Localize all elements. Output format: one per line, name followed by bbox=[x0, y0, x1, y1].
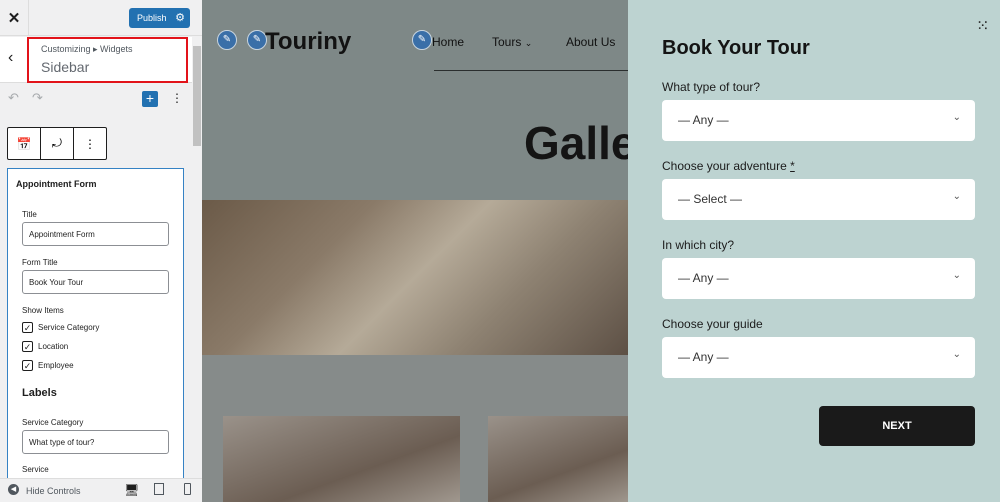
checkbox-location[interactable]: ✓ Location bbox=[22, 341, 68, 352]
transform-icon[interactable]: ⤾ bbox=[41, 128, 74, 159]
checkbox-label: Employee bbox=[38, 361, 74, 370]
chevron-down-icon: ⌄ bbox=[952, 191, 961, 202]
title-input[interactable]: Appointment Form bbox=[22, 222, 169, 246]
nav-tours[interactable]: Tours ⌄ bbox=[492, 35, 532, 49]
gear-icon[interactable]: ⚙ bbox=[175, 11, 185, 24]
labels-heading: Labels bbox=[22, 387, 57, 399]
checkbox-label: Service Category bbox=[38, 323, 100, 332]
adventure-label: Choose your adventure * bbox=[662, 159, 795, 173]
nav-underline bbox=[434, 70, 628, 71]
section-header: ‹ Customizing ▸ Widgets Sidebar bbox=[0, 37, 192, 83]
calendar-icon[interactable]: 📅 bbox=[8, 128, 41, 159]
widget-title: Appointment Form bbox=[16, 179, 97, 189]
section-title: Sidebar bbox=[41, 59, 90, 75]
guide-select[interactable]: — Any — ⌄ bbox=[662, 337, 975, 378]
breadcrumb: Customizing ▸ Widgets bbox=[41, 44, 133, 54]
city-label: In which city? bbox=[662, 238, 735, 252]
highlight-box: Customizing ▸ Widgets Sidebar bbox=[27, 37, 188, 83]
chevron-down-icon: ⌄ bbox=[952, 112, 961, 123]
bottom-bar: ◀ Hide Controls 🖥 bbox=[0, 478, 202, 502]
customizer-panel: ✕ Publish ⚙ ‹ Customizing ▸ Widgets Sideb… bbox=[0, 0, 202, 502]
site-logo[interactable]: Touriny bbox=[265, 28, 351, 56]
title-label: Title bbox=[22, 210, 37, 219]
back-icon[interactable]: ‹ bbox=[8, 49, 13, 67]
select-value: — Any — bbox=[678, 350, 729, 364]
desktop-icon[interactable]: 🖥 bbox=[124, 483, 139, 497]
nav-home[interactable]: Home bbox=[432, 35, 464, 49]
nav-about[interactable]: About Us bbox=[566, 35, 615, 49]
select-value: — Select — bbox=[678, 192, 743, 206]
guide-label: Choose your guide bbox=[662, 317, 763, 331]
customizer-topbar: ✕ Publish ⚙ bbox=[0, 0, 202, 36]
edit-shortcut-icon[interactable]: ✎ bbox=[247, 30, 267, 50]
site-preview: ✎ ✎ Touriny ✎ Home Tours ⌄ About Us Gall… bbox=[202, 0, 628, 502]
publish-button[interactable]: Publish ⚙ bbox=[129, 8, 190, 28]
publish-label: Publish bbox=[137, 13, 167, 23]
select-value: — Any — bbox=[678, 271, 729, 285]
chevron-down-icon: ⌄ bbox=[952, 270, 961, 281]
label-text: Choose your adventure bbox=[662, 159, 787, 173]
select-value: — Any — bbox=[678, 113, 729, 127]
edit-shortcut-icon[interactable]: ✎ bbox=[217, 30, 237, 50]
next-button[interactable]: NEXT bbox=[819, 406, 975, 446]
form-title-input[interactable]: Book Your Tour bbox=[22, 270, 169, 294]
close-icon[interactable]: ⁙ bbox=[976, 16, 990, 36]
mobile-icon[interactable] bbox=[184, 483, 191, 495]
required-marker: * bbox=[790, 159, 795, 173]
block-toolbar: 📅 ⤾ ⋮ bbox=[7, 127, 107, 160]
add-block-button[interactable]: + bbox=[142, 91, 158, 107]
redo-icon[interactable]: ↷ bbox=[32, 90, 43, 106]
form-title-label: Form Title bbox=[22, 258, 58, 267]
checkbox-service-category[interactable]: ✓ Service Category bbox=[22, 322, 99, 333]
service-label: Service bbox=[22, 465, 49, 474]
appointment-widget: Appointment Form Title Appointment Form … bbox=[7, 168, 184, 478]
nav-label: Tours bbox=[492, 35, 522, 49]
edit-shortcut-icon[interactable]: ✎ bbox=[412, 30, 432, 50]
service-category-label: Service Category bbox=[22, 418, 84, 427]
tour-type-label: What type of tour? bbox=[662, 80, 761, 94]
undo-icon[interactable]: ↶ bbox=[8, 90, 19, 106]
tour-type-select[interactable]: — Any — ⌄ bbox=[662, 100, 975, 141]
hide-controls-button[interactable]: Hide Controls bbox=[26, 486, 81, 496]
checkbox-employee[interactable]: ✓ Employee bbox=[22, 360, 74, 371]
gallery-image[interactable] bbox=[223, 416, 460, 502]
modal-title: Book Your Tour bbox=[662, 37, 810, 59]
close-icon[interactable]: ✕ bbox=[0, 0, 29, 36]
booking-modal: ⁙ Book Your Tour What type of tour? — An… bbox=[628, 0, 1000, 502]
scrollbar-thumb[interactable] bbox=[193, 46, 201, 146]
page-heading: Galle bbox=[524, 117, 628, 169]
tablet-icon[interactable] bbox=[154, 483, 164, 495]
more-options-icon[interactable]: ⋮ bbox=[171, 91, 183, 105]
adventure-select[interactable]: — Select — ⌄ bbox=[662, 179, 975, 220]
show-items-label: Show Items bbox=[22, 306, 64, 315]
city-select[interactable]: — Any — ⌄ bbox=[662, 258, 975, 299]
service-category-input[interactable]: What type of tour? bbox=[22, 430, 169, 454]
hero-image bbox=[202, 200, 628, 355]
hide-controls-icon[interactable]: ◀ bbox=[8, 484, 19, 495]
chevron-down-icon: ⌄ bbox=[524, 38, 533, 48]
block-options-icon[interactable]: ⋮ bbox=[74, 128, 106, 159]
chevron-down-icon: ⌄ bbox=[952, 349, 961, 360]
gallery-image[interactable] bbox=[488, 416, 628, 502]
checkbox-label: Location bbox=[38, 342, 69, 351]
